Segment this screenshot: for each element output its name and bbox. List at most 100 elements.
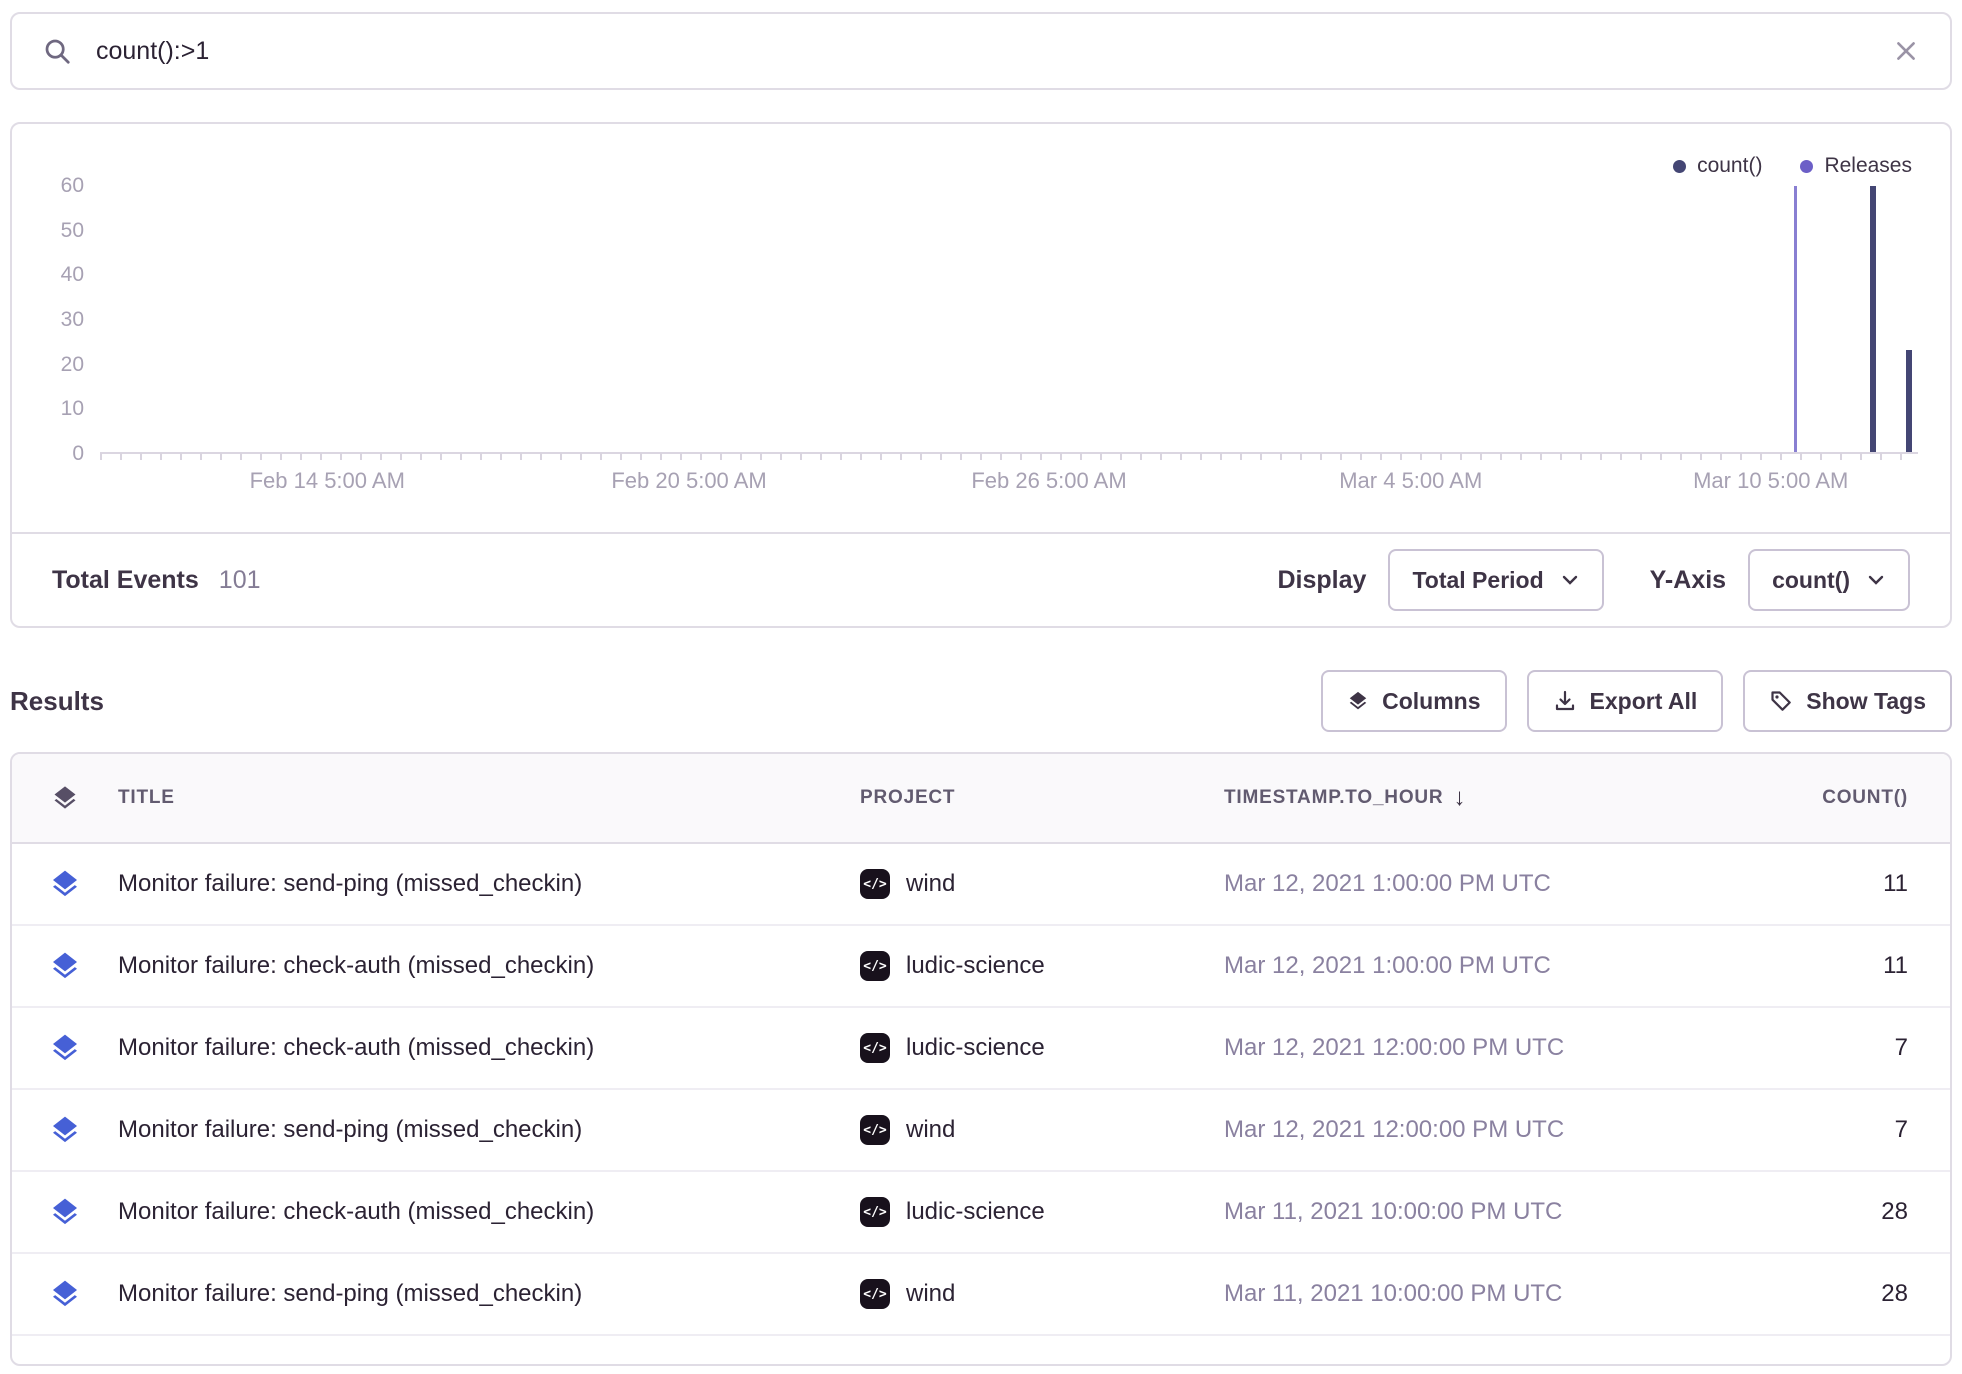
x-axis-tick-label: Mar 10 5:00 AM [1693, 468, 1848, 494]
row-timestamp: Mar 12, 2021 12:00:00 PM UTC [1212, 1034, 1630, 1062]
row-title[interactable]: Monitor failure: check-auth (missed_chec… [118, 1034, 850, 1062]
display-select-value: Total Period [1412, 567, 1543, 594]
chart-legend: count() Releases [1673, 154, 1912, 178]
chart-y-axis: 0102030405060 [12, 186, 84, 454]
row-project: </> ludic-science [850, 1197, 1212, 1227]
display-label: Display [1278, 566, 1367, 595]
table-row[interactable]: Monitor failure: send-ping (missed_check… [12, 1090, 1950, 1172]
total-events-value: 101 [219, 566, 261, 595]
table-row[interactable]: Monitor failure: check-auth (missed_chec… [12, 1008, 1950, 1090]
y-axis-tick-label: 0 [12, 442, 84, 466]
row-count: 7 [1630, 1116, 1950, 1144]
row-project: </> wind [850, 869, 1212, 899]
export-all-button[interactable]: Export All [1527, 670, 1724, 732]
project-name: wind [906, 870, 955, 898]
row-project: </> wind [850, 1115, 1212, 1145]
y-axis-select[interactable]: count() [1748, 549, 1910, 611]
project-name: ludic-science [906, 952, 1045, 980]
x-axis-tick-label: Feb 14 5:00 AM [250, 468, 405, 494]
clear-search-icon[interactable] [1892, 37, 1920, 65]
y-axis-tick-label: 50 [12, 219, 84, 243]
row-count: 11 [1630, 870, 1950, 898]
table-row[interactable]: Monitor failure: check-auth (missed_chec… [12, 926, 1950, 1008]
row-title[interactable]: Monitor failure: send-ping (missed_check… [118, 1280, 850, 1308]
project-name: wind [906, 1116, 955, 1144]
row-stack-icon [12, 1032, 118, 1064]
x-axis-tick-label: Mar 4 5:00 AM [1339, 468, 1482, 494]
chart-x-axis: Feb 14 5:00 AM Feb 20 5:00 AM Feb 26 5:00 … [100, 468, 1918, 502]
project-platform-icon: </> [860, 1279, 890, 1309]
legend-item-releases[interactable]: Releases [1800, 154, 1912, 178]
y-axis-tick-label: 10 [12, 397, 84, 421]
row-count: 28 [1630, 1280, 1950, 1308]
releases-series-dot-icon [1800, 160, 1813, 173]
row-timestamp: Mar 12, 2021 1:00:00 PM UTC [1212, 870, 1630, 898]
row-stack-icon [12, 868, 118, 900]
row-project: </> wind [850, 1279, 1212, 1309]
chart-footer: Total Events 101 Display Total Period Y-… [12, 532, 1950, 626]
row-project: </> ludic-science [850, 1033, 1212, 1063]
search-input[interactable] [96, 37, 1892, 66]
count-series-dot-icon [1673, 160, 1686, 173]
table-row[interactable]: Monitor failure: send-ping (missed_check… [12, 1254, 1950, 1336]
count-spike-bar [1906, 350, 1912, 452]
project-platform-icon: </> [860, 1115, 890, 1145]
count-spike-bar [1870, 186, 1876, 452]
display-select[interactable]: Total Period [1388, 549, 1603, 611]
y-axis-tick-label: 30 [12, 308, 84, 332]
y-axis-label: Y-Axis [1650, 566, 1726, 595]
columns-button[interactable]: Columns [1321, 670, 1506, 732]
row-count: 7 [1630, 1034, 1950, 1062]
tag-icon [1769, 689, 1793, 713]
x-axis-tick-label: Feb 20 5:00 AM [611, 468, 766, 494]
legend-item-count[interactable]: count() [1673, 154, 1762, 178]
row-stack-icon [12, 1114, 118, 1146]
project-platform-icon: </> [860, 1197, 890, 1227]
sort-descending-icon: ↓ [1453, 784, 1466, 812]
table-row[interactable]: Monitor failure: send-ping (missed_check… [12, 844, 1950, 926]
row-count: 28 [1630, 1198, 1950, 1226]
total-events-label: Total Events [52, 566, 199, 595]
legend-label-releases: Releases [1824, 154, 1912, 178]
project-platform-icon: </> [860, 1033, 890, 1063]
table-header-row: TITLE PROJECT TIMESTAMP.TO_HOUR ↓ COUNT(… [12, 754, 1950, 844]
chart-plot-area [100, 186, 1918, 454]
column-header-timestamp-label: TIMESTAMP.TO_HOUR [1224, 787, 1443, 809]
row-count: 11 [1630, 952, 1950, 980]
row-title[interactable]: Monitor failure: check-auth (missed_chec… [118, 952, 850, 980]
search-bar[interactable] [10, 12, 1952, 90]
download-icon [1553, 689, 1577, 713]
row-timestamp: Mar 12, 2021 12:00:00 PM UTC [1212, 1116, 1630, 1144]
show-tags-button[interactable]: Show Tags [1743, 670, 1952, 732]
row-timestamp: Mar 11, 2021 10:00:00 PM UTC [1212, 1280, 1630, 1308]
row-title[interactable]: Monitor failure: send-ping (missed_check… [118, 870, 850, 898]
results-heading: Results [10, 686, 104, 717]
chart-panel: count() Releases 0102030405060 Feb 14 5:… [10, 122, 1952, 628]
row-title[interactable]: Monitor failure: send-ping (missed_check… [118, 1116, 850, 1144]
column-header-project[interactable]: PROJECT [850, 787, 1212, 809]
y-axis-select-value: count() [1772, 567, 1850, 594]
y-axis-tick-label: 40 [12, 263, 84, 287]
y-axis-tick-label: 20 [12, 353, 84, 377]
layers-icon [1347, 690, 1369, 712]
legend-label-count: count() [1697, 154, 1762, 178]
results-table: TITLE PROJECT TIMESTAMP.TO_HOUR ↓ COUNT(… [10, 752, 1952, 1366]
x-axis-tick-label: Feb 26 5:00 AM [971, 468, 1126, 494]
row-stack-icon [12, 1196, 118, 1228]
row-stack-icon [12, 1278, 118, 1310]
project-name: wind [906, 1280, 955, 1308]
project-platform-icon: </> [860, 869, 890, 899]
column-header-timestamp[interactable]: TIMESTAMP.TO_HOUR ↓ [1212, 784, 1630, 812]
row-project: </> ludic-science [850, 951, 1212, 981]
row-title[interactable]: Monitor failure: check-auth (missed_chec… [118, 1198, 850, 1226]
chevron-down-icon [1560, 570, 1580, 590]
row-stack-icon [12, 950, 118, 982]
columns-button-label: Columns [1382, 688, 1480, 715]
search-icon [42, 36, 72, 66]
stack-column-header-icon [12, 784, 118, 812]
release-marker-line [1794, 186, 1797, 452]
row-timestamp: Mar 11, 2021 10:00:00 PM UTC [1212, 1198, 1630, 1226]
column-header-title[interactable]: TITLE [118, 787, 850, 809]
column-header-count[interactable]: COUNT() [1630, 787, 1950, 809]
table-row[interactable]: Monitor failure: check-auth (missed_chec… [12, 1172, 1950, 1254]
